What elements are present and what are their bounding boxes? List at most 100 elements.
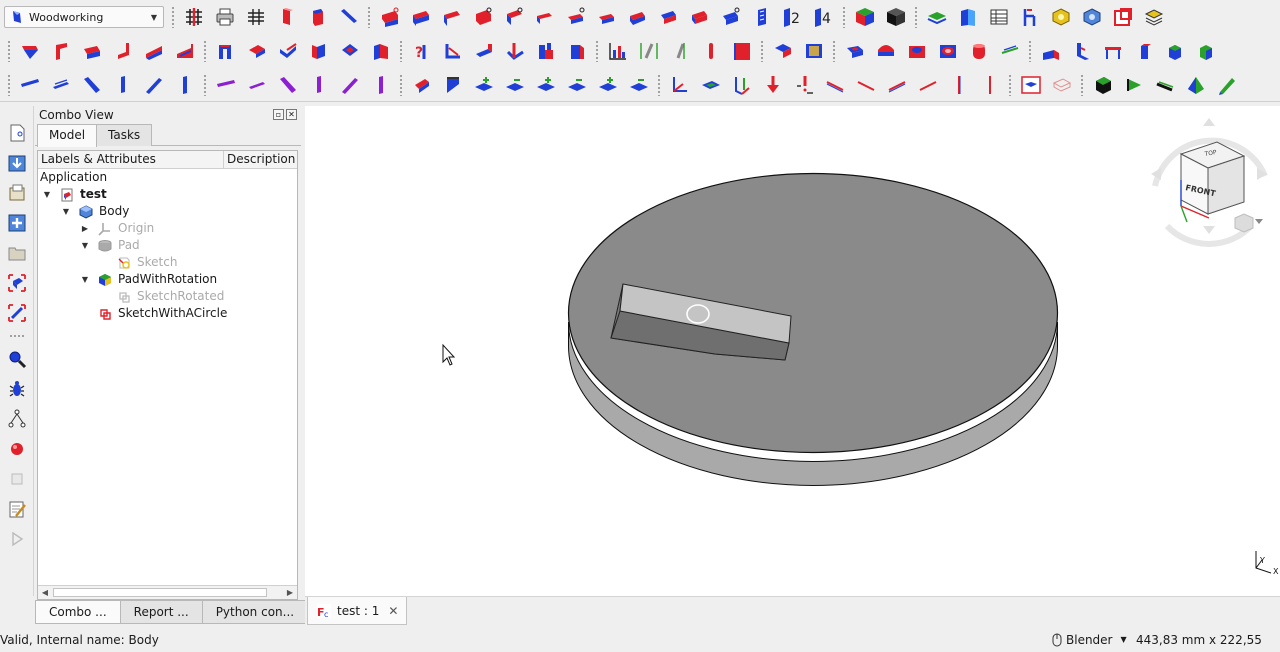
align-b-icon[interactable] bbox=[695, 71, 726, 99]
navcube-arrow-down-icon[interactable] bbox=[1203, 226, 1215, 234]
toolbar-grip[interactable] bbox=[595, 40, 599, 62]
move-h-icon[interactable] bbox=[623, 71, 654, 99]
magic-b-icon[interactable] bbox=[437, 37, 468, 65]
move-b-icon[interactable] bbox=[437, 71, 468, 99]
yellow-cube-icon[interactable] bbox=[1045, 3, 1076, 31]
document-tab[interactable]: Fc test : 1 ✕ bbox=[307, 597, 407, 625]
horizontal-scrollbar[interactable]: ◀ ▶ bbox=[38, 585, 297, 599]
shape-op-3-icon[interactable] bbox=[436, 3, 467, 31]
navcube-arrow-up-icon[interactable] bbox=[1203, 118, 1215, 126]
box-a-icon[interactable] bbox=[1159, 37, 1190, 65]
shape-op-6-icon[interactable] bbox=[529, 3, 560, 31]
plank-i-icon[interactable] bbox=[272, 71, 303, 99]
panel-d-icon[interactable] bbox=[107, 37, 138, 65]
green-cube-icon[interactable] bbox=[1180, 71, 1211, 99]
navcube-menu-icon[interactable] bbox=[1234, 213, 1263, 233]
shape-op-13-icon[interactable] bbox=[746, 3, 777, 31]
tree-row-pad[interactable]: ▼ Pad bbox=[38, 237, 297, 254]
book-icon[interactable] bbox=[952, 3, 983, 31]
chevron-down-icon[interactable]: ▼ bbox=[61, 203, 71, 220]
3d-viewport[interactable]: TOP FRONT Y X bbox=[305, 106, 1280, 596]
rotate-b-icon[interactable] bbox=[798, 37, 829, 65]
shape-op-7-icon[interactable] bbox=[560, 3, 591, 31]
line-b-icon[interactable] bbox=[850, 71, 881, 99]
hole-b-icon[interactable] bbox=[870, 37, 901, 65]
toolbar-grip[interactable] bbox=[842, 6, 846, 28]
toolbar-grip[interactable] bbox=[8, 334, 25, 338]
cylinder-icon[interactable] bbox=[963, 37, 994, 65]
color-cube-icon[interactable] bbox=[849, 3, 880, 31]
align-d-icon[interactable] bbox=[757, 71, 788, 99]
magic-a-icon[interactable]: ? bbox=[406, 37, 437, 65]
red-square-icon[interactable] bbox=[1107, 3, 1138, 31]
align-a-icon[interactable] bbox=[664, 71, 695, 99]
magic-c-icon[interactable] bbox=[468, 37, 499, 65]
red-block-icon[interactable] bbox=[726, 37, 757, 65]
plank-g-icon[interactable] bbox=[210, 71, 241, 99]
red-panel-icon[interactable] bbox=[271, 3, 302, 31]
panel-f-icon[interactable] bbox=[169, 37, 200, 65]
magic-d-icon[interactable] bbox=[499, 37, 530, 65]
shape-op-5-icon[interactable] bbox=[498, 3, 529, 31]
tree-row-test[interactable]: ▼ test bbox=[38, 186, 297, 203]
tree-icon[interactable] bbox=[4, 404, 30, 434]
line-a-icon[interactable] bbox=[819, 71, 850, 99]
printer-icon[interactable] bbox=[209, 3, 240, 31]
green-pen-icon[interactable] bbox=[1211, 71, 1242, 99]
toolbar-grip[interactable] bbox=[399, 73, 403, 96]
dowel-b-icon[interactable] bbox=[664, 37, 695, 65]
close-icon[interactable]: ✕ bbox=[286, 109, 297, 120]
tree-row-origin[interactable]: ▶ Origin bbox=[38, 220, 297, 237]
grid-icon[interactable] bbox=[240, 3, 271, 31]
shape-op-8-icon[interactable] bbox=[591, 3, 622, 31]
leg-icon[interactable] bbox=[1128, 37, 1159, 65]
layers-icon[interactable] bbox=[921, 3, 952, 31]
toolbar-grip[interactable] bbox=[367, 6, 371, 28]
shape-op-9-icon[interactable] bbox=[622, 3, 653, 31]
fit-a-icon[interactable] bbox=[1035, 37, 1066, 65]
hole-a-icon[interactable] bbox=[839, 37, 870, 65]
hole-c-icon[interactable] bbox=[901, 37, 932, 65]
add-icon[interactable] bbox=[4, 208, 30, 238]
box-b-icon[interactable] bbox=[1190, 37, 1221, 65]
measure-icon[interactable] bbox=[994, 37, 1025, 65]
toolbar-grip[interactable] bbox=[760, 40, 764, 62]
toolbar-grip[interactable] bbox=[203, 40, 207, 62]
import-icon[interactable] bbox=[4, 148, 30, 178]
run-macro-icon[interactable] bbox=[4, 524, 30, 554]
toolbar-grip[interactable] bbox=[1008, 73, 1012, 96]
fit-all-icon[interactable] bbox=[4, 298, 30, 328]
red-cube-icon[interactable] bbox=[302, 3, 333, 31]
float-icon[interactable]: ▫ bbox=[273, 109, 284, 120]
chart-icon[interactable] bbox=[602, 37, 633, 65]
magnifier-icon[interactable] bbox=[4, 344, 30, 374]
tab-tasks[interactable]: Tasks bbox=[96, 124, 153, 146]
fit-selection-icon[interactable] bbox=[4, 268, 30, 298]
frame-f-icon[interactable] bbox=[365, 37, 396, 65]
toolbar-grip[interactable] bbox=[203, 73, 207, 96]
frame-d-icon[interactable] bbox=[303, 37, 334, 65]
align-e-icon[interactable] bbox=[788, 71, 819, 99]
panel-e-icon[interactable] bbox=[138, 37, 169, 65]
3d-scene[interactable]: TOP FRONT Y X bbox=[305, 106, 1280, 596]
frame-c-icon[interactable] bbox=[272, 37, 303, 65]
navigation-cube[interactable]: TOP FRONT bbox=[1151, 118, 1268, 247]
move-c-icon[interactable] bbox=[468, 71, 499, 99]
black-box-icon[interactable] bbox=[1087, 71, 1118, 99]
chair-icon[interactable] bbox=[1014, 3, 1045, 31]
transparent-icon[interactable] bbox=[1046, 71, 1077, 99]
copy-4-icon[interactable]: 4 bbox=[808, 3, 839, 31]
chevron-down-icon[interactable]: ▼ bbox=[80, 237, 90, 254]
toolbar-grip[interactable] bbox=[1028, 40, 1032, 62]
plank-c-icon[interactable] bbox=[76, 71, 107, 99]
align-c-icon[interactable] bbox=[726, 71, 757, 99]
toolbar-grip[interactable] bbox=[832, 40, 836, 62]
close-icon[interactable]: ✕ bbox=[388, 604, 398, 618]
plank-k-icon[interactable] bbox=[334, 71, 365, 99]
plank-j-icon[interactable] bbox=[303, 71, 334, 99]
panel-c-icon[interactable] bbox=[76, 37, 107, 65]
line-f-icon[interactable] bbox=[974, 71, 1005, 99]
line-e-icon[interactable] bbox=[943, 71, 974, 99]
bolt-icon[interactable] bbox=[695, 37, 726, 65]
grid-cut-icon[interactable] bbox=[178, 3, 209, 31]
